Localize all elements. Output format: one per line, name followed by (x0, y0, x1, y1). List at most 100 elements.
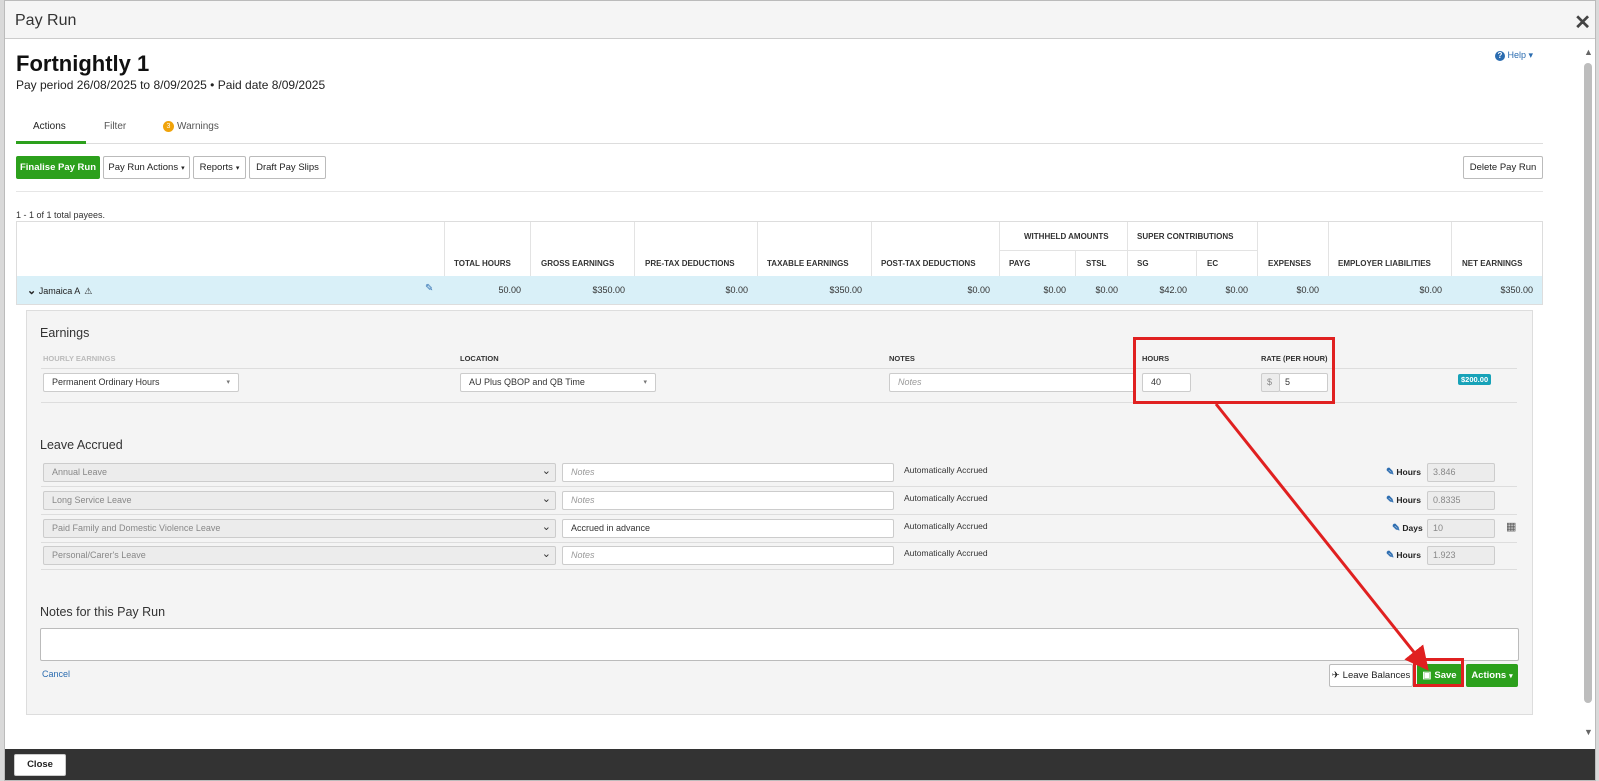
expenses-value: $0.00 (1296, 285, 1319, 295)
save-label: Save (1434, 670, 1457, 681)
help-caret-icon: ▾ (1528, 50, 1534, 60)
active-tab-indicator (16, 141, 86, 144)
edit-pencil-icon: ✎ (1386, 495, 1395, 506)
draft-pay-slips-button[interactable]: Draft Pay Slips (249, 156, 326, 179)
earnings-header-divider (41, 368, 1517, 369)
leave-amount-field: 0.8335 (1427, 491, 1495, 510)
taxable-earnings-value: $350.00 (829, 285, 862, 295)
chevron-down-icon: ⌄ (541, 493, 551, 505)
leave-amount-field: 10 (1427, 519, 1495, 538)
edit-pencil-icon[interactable]: ✎ (425, 283, 433, 294)
pay-run-notes-textarea[interactable] (40, 628, 1519, 661)
chevron-down-icon: ⌄ (541, 548, 551, 560)
leave-accrual-mode: Automatically Accrued (904, 548, 988, 558)
leave-unit-toggle[interactable]: ✎ Hours (1386, 550, 1421, 561)
delete-pay-run-button[interactable]: Delete Pay Run (1463, 156, 1543, 179)
stsl-value: $0.00 (1095, 285, 1118, 295)
leave-unit-label: Days (1402, 523, 1423, 533)
leave-row-divider (41, 514, 1517, 515)
header-gross-earnings: GROSS EARNINGS (541, 259, 615, 268)
rate-input[interactable]: 5 (1279, 373, 1328, 392)
earnings-type-caret-icon: ▾ (226, 379, 230, 386)
header-total-hours: TOTAL HOURS (454, 259, 511, 268)
scrollbar-thumb[interactable] (1584, 63, 1592, 703)
leave-type-value: Long Service Leave (52, 495, 132, 505)
leave-type-select[interactable]: Personal/Carer's Leave ⌄ (43, 546, 556, 565)
toolbar-divider (16, 191, 1543, 192)
chevron-down-icon: ⌄ (541, 465, 551, 477)
warning-icon: ⚠ (84, 286, 93, 296)
leave-notes-input[interactable]: Accrued in advance (562, 519, 894, 538)
hours-label: HOURS (1142, 354, 1170, 363)
leave-notes-input[interactable]: Notes (562, 491, 894, 510)
header-expenses: EXPENSES (1268, 259, 1312, 268)
leave-amount-field: 1.923 (1427, 546, 1495, 565)
table-row[interactable]: ⌄ Jamaica A ⚠ ✎ 50.00 $350.00 $0.00 $350… (17, 276, 1542, 304)
payee-name[interactable]: ⌄ Jamaica A ⚠ (27, 284, 92, 297)
location-select[interactable]: AU Plus QBOP and QB Time ▾ (460, 373, 656, 392)
net-earnings-value: $350.00 (1500, 285, 1533, 295)
leave-accrual-mode: Automatically Accrued (904, 465, 988, 475)
earnings-type-select[interactable]: Permanent Ordinary Hours ▾ (43, 373, 239, 392)
pay-period-subtitle: Pay period 26/08/2025 to 8/09/2025 • Pai… (16, 78, 326, 92)
location-label: LOCATION (460, 354, 499, 363)
leave-notes-input[interactable]: Notes (562, 546, 894, 565)
reports-label: Reports (199, 162, 233, 173)
save-button[interactable]: ▣ Save (1417, 664, 1462, 687)
actions-button[interactable]: Actions ▾ (1466, 664, 1518, 687)
leave-accrual-mode: Automatically Accrued (904, 493, 988, 503)
hours-input[interactable]: 40 (1142, 373, 1191, 392)
header-sg: SG (1137, 259, 1149, 268)
leave-type-select[interactable]: Long Service Leave ⌄ (43, 491, 556, 510)
tab-warnings[interactable]: 3 Warnings (163, 121, 219, 132)
leave-accrued-section-title: Leave Accrued (40, 438, 123, 452)
leave-type-value: Paid Family and Domestic Violence Leave (52, 523, 221, 533)
leave-balances-button[interactable]: ✈ Leave Balances (1329, 664, 1413, 687)
plane-icon: ✈ (1331, 670, 1340, 681)
pay-run-actions-label: Pay Run Actions (108, 162, 179, 173)
header-stsl: STSL (1086, 259, 1107, 268)
vertical-scrollbar[interactable]: ▲ ▼ (1581, 47, 1595, 737)
leave-type-select[interactable]: Annual Leave ⌄ (43, 463, 556, 482)
reports-button[interactable]: Reports ▾ (193, 156, 246, 179)
calendar-icon[interactable]: ▦ (1506, 520, 1516, 533)
total-hours-value: 50.00 (498, 285, 521, 295)
leave-type-select[interactable]: Paid Family and Domestic Violence Leave ⌄ (43, 519, 556, 538)
currency-addon: $ (1261, 373, 1280, 392)
earnings-notes-input[interactable]: Notes (889, 373, 1136, 392)
scroll-down-icon[interactable]: ▼ (1584, 727, 1593, 737)
close-icon[interactable]: ✕ (1574, 10, 1591, 35)
pay-run-actions-caret-icon: ▾ (181, 165, 185, 172)
help-label: Help (1507, 50, 1527, 60)
cancel-link[interactable]: Cancel (42, 669, 70, 679)
expand-chevron-icon[interactable]: ⌄ (27, 285, 36, 297)
leave-unit-toggle[interactable]: ✎ Days (1392, 523, 1423, 534)
close-button[interactable]: Close (14, 754, 66, 776)
leave-type-value: Annual Leave (52, 467, 108, 477)
chevron-down-icon: ⌄ (541, 521, 551, 533)
tab-filter[interactable]: Filter (104, 121, 126, 132)
help-icon: ? (1495, 51, 1505, 61)
leave-notes-input[interactable]: Notes (562, 463, 894, 482)
scroll-up-icon[interactable]: ▲ (1584, 47, 1593, 57)
leave-row-divider (41, 542, 1517, 543)
post-tax-deductions-value: $0.00 (967, 285, 990, 295)
header-employer-liabilities: EMPLOYER LIABILITIES (1338, 259, 1431, 268)
payee-name-label: Jamaica A (38, 286, 80, 296)
help-link[interactable]: ? Help ▾ (1495, 50, 1533, 61)
reports-caret-icon: ▾ (235, 165, 240, 172)
employer-liabilities-value: $0.00 (1419, 285, 1442, 295)
finalise-pay-run-button[interactable]: Finalise Pay Run (16, 156, 100, 179)
warnings-count-badge: 3 (163, 121, 174, 132)
leave-unit-toggle[interactable]: ✎ Hours (1386, 495, 1421, 506)
tab-bar: Actions Filter 3 Warnings (16, 113, 1543, 144)
pay-run-actions-button[interactable]: Pay Run Actions ▾ (103, 156, 190, 179)
header-payg: PAYG (1009, 259, 1031, 268)
edit-pencil-icon: ✎ (1386, 467, 1395, 478)
earnings-type-value: Permanent Ordinary Hours (52, 377, 160, 387)
leave-unit-toggle[interactable]: ✎ Hours (1386, 467, 1421, 478)
notes-section-title: Notes for this Pay Run (40, 605, 166, 619)
header-ec: EC (1207, 259, 1219, 268)
tab-actions[interactable]: Actions (33, 121, 66, 132)
actions-label: Actions (1471, 670, 1507, 681)
